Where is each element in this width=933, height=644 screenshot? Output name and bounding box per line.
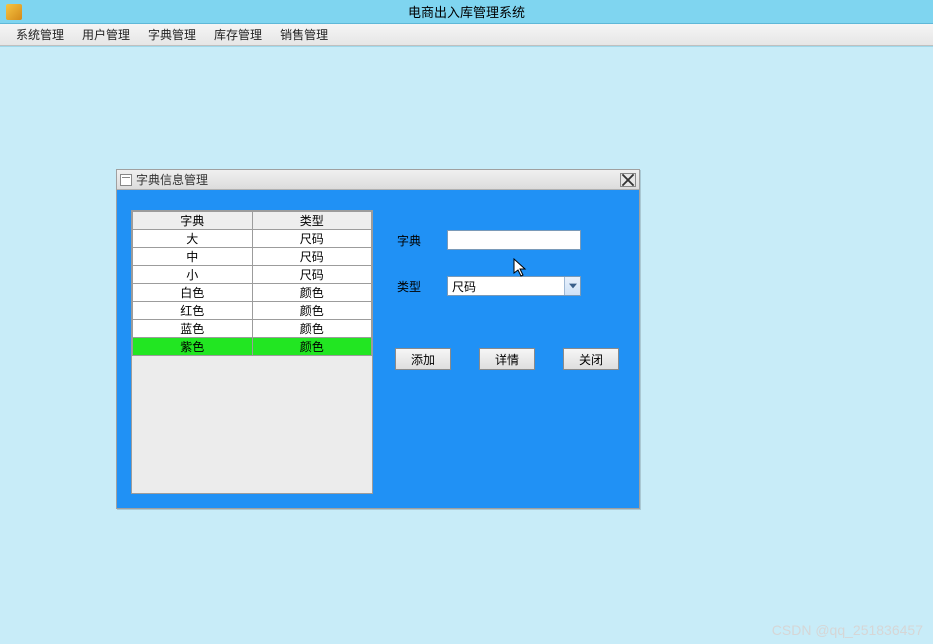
dict-table-wrap: 字典 类型 大尺码中尺码小尺码白色颜色红色颜色蓝色颜色紫色颜色 [131,210,373,494]
button-row: 添加 详情 关闭 [395,348,619,370]
menu-dict[interactable]: 字典管理 [140,24,204,45]
cell-dict: 白色 [133,284,253,302]
table-row[interactable]: 大尺码 [133,230,372,248]
dialog-title: 字典信息管理 [136,171,208,188]
cell-type: 尺码 [252,266,372,284]
workspace: 字典信息管理 字典 类型 大尺码中尺码小尺码白色颜色红色颜色蓝色颜色紫色颜色 [0,46,933,644]
cell-dict: 小 [133,266,253,284]
table-row[interactable]: 白色颜色 [133,284,372,302]
col-header-type[interactable]: 类型 [252,212,372,230]
watermark: CSDN @qq_251836457 [772,622,923,638]
app-titlebar: 电商出入库管理系统 [0,0,933,24]
cell-type: 尺码 [252,230,372,248]
cell-type: 颜色 [252,284,372,302]
dialog-window-icon [120,174,132,186]
table-row[interactable]: 中尺码 [133,248,372,266]
add-button[interactable]: 添加 [395,348,451,370]
chevron-down-icon[interactable] [564,277,580,295]
cell-dict: 蓝色 [133,320,253,338]
cell-type: 颜色 [252,320,372,338]
dict-input[interactable] [447,230,581,250]
table-row[interactable]: 紫色颜色 [133,338,372,356]
col-header-dict[interactable]: 字典 [133,212,253,230]
cell-type: 尺码 [252,248,372,266]
menubar: 系统管理 用户管理 字典管理 库存管理 销售管理 [0,24,933,46]
close-button[interactable]: 关闭 [563,348,619,370]
cell-dict: 大 [133,230,253,248]
table-row[interactable]: 小尺码 [133,266,372,284]
type-select-value: 尺码 [452,278,476,295]
dict-dialog: 字典信息管理 字典 类型 大尺码中尺码小尺码白色颜色红色颜色蓝色颜色紫色颜色 [116,169,640,509]
cell-type: 颜色 [252,302,372,320]
cell-dict: 红色 [133,302,253,320]
dialog-body: 字典 类型 大尺码中尺码小尺码白色颜色红色颜色蓝色颜色紫色颜色 字典 类型 尺码 [117,190,639,508]
menu-user[interactable]: 用户管理 [74,24,138,45]
dict-table[interactable]: 字典 类型 大尺码中尺码小尺码白色颜色红色颜色蓝色颜色紫色颜色 [132,211,372,356]
app-title: 电商出入库管理系统 [408,2,525,21]
menu-stock[interactable]: 库存管理 [206,24,270,45]
table-row[interactable]: 红色颜色 [133,302,372,320]
table-row[interactable]: 蓝色颜色 [133,320,372,338]
detail-button[interactable]: 详情 [479,348,535,370]
cell-dict: 紫色 [133,338,253,356]
app-icon [6,4,22,20]
cell-type: 颜色 [252,338,372,356]
type-select[interactable]: 尺码 [447,276,581,296]
cell-dict: 中 [133,248,253,266]
dict-label: 字典 [397,232,431,249]
menu-sales[interactable]: 销售管理 [272,24,336,45]
menu-system[interactable]: 系统管理 [8,24,72,45]
type-label: 类型 [397,278,431,295]
form-area: 字典 类型 尺码 [397,230,625,322]
close-icon[interactable] [620,173,636,187]
dialog-titlebar[interactable]: 字典信息管理 [117,170,639,190]
